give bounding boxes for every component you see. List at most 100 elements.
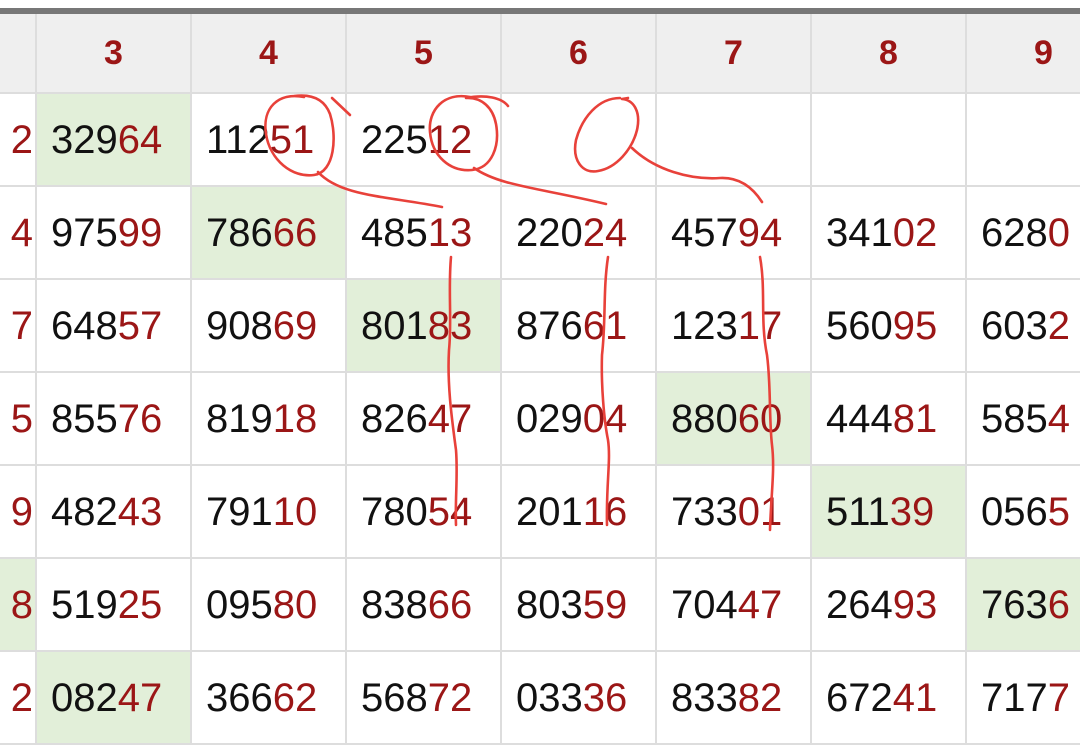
number-suffix: 2	[10, 675, 33, 720]
number-suffix: 0	[1047, 210, 1070, 255]
number-suffix: 17	[737, 303, 783, 348]
number-suffix: 25	[117, 582, 163, 627]
number-suffix: 13	[427, 210, 473, 255]
number-cell: 329 64	[37, 94, 192, 187]
number-prefix: 201	[516, 489, 583, 534]
number-prefix: 803	[516, 582, 583, 627]
number-cell: 366 62	[192, 652, 347, 745]
number-cell: 485 13	[347, 187, 502, 280]
number-prefix: 648	[51, 303, 118, 348]
number-prefix: 603	[981, 303, 1048, 348]
number-suffix: 9	[10, 489, 33, 534]
number-suffix: 8	[10, 582, 33, 627]
number-prefix: 855	[51, 396, 118, 441]
number-prefix: 975	[51, 210, 118, 255]
number-prefix: 511	[826, 489, 890, 534]
number-prefix: 225	[361, 117, 428, 162]
number-suffix: 54	[427, 489, 473, 534]
number-suffix: 2	[10, 117, 33, 162]
number-cell: 2	[0, 652, 37, 745]
number-prefix: 568	[361, 675, 428, 720]
number-cell	[657, 94, 812, 187]
number-suffix: 5	[1047, 489, 1070, 534]
column-header: 7	[657, 14, 812, 94]
number-prefix: 780	[361, 489, 428, 534]
number-cell: 444 81	[812, 373, 967, 466]
number-suffix: 02	[892, 210, 938, 255]
number-prefix: 482	[51, 489, 118, 534]
number-suffix: 47	[737, 582, 783, 627]
column-header	[0, 14, 37, 94]
number-suffix: 01	[737, 489, 783, 534]
number-cell: 7	[0, 280, 37, 373]
number-cell: 2	[0, 94, 37, 187]
number-prefix: 560	[826, 303, 893, 348]
number-cell: 560 95	[812, 280, 967, 373]
number-prefix: 717	[981, 675, 1048, 720]
number-cell: 838 66	[347, 559, 502, 652]
number-grid: 2 4 7 5 9 8 2 3 329 64 975 99 648 57 855 76 482 43 519 25 08…	[0, 14, 1080, 752]
number-suffix: 72	[427, 675, 473, 720]
number-suffix: 39	[889, 489, 935, 534]
number-prefix: 341	[826, 210, 893, 255]
number-prefix: 826	[361, 396, 428, 441]
number-suffix: 95	[892, 303, 938, 348]
number-suffix: 82	[737, 675, 783, 720]
number-cell: 603 2	[967, 280, 1080, 373]
number-prefix: 763	[981, 582, 1048, 627]
number-prefix: 819	[206, 396, 273, 441]
number-prefix: 123	[671, 303, 738, 348]
column-header: 9	[967, 14, 1080, 94]
number-cell: 791 10	[192, 466, 347, 559]
number-cell: 220 24	[502, 187, 657, 280]
number-cell: 482 43	[37, 466, 192, 559]
number-suffix: 36	[582, 675, 628, 720]
number-cell: 763 6	[967, 559, 1080, 652]
number-prefix: 112	[206, 117, 270, 162]
number-cell: 585 4	[967, 373, 1080, 466]
number-prefix: 585	[981, 396, 1048, 441]
number-cell: 095 80	[192, 559, 347, 652]
number-suffix: 57	[117, 303, 163, 348]
number-suffix: 43	[117, 489, 163, 534]
top-bar	[0, 0, 1080, 14]
number-cell: 341 02	[812, 187, 967, 280]
number-suffix: 6	[1047, 582, 1070, 627]
number-prefix: 733	[671, 489, 738, 534]
number-prefix: 628	[981, 210, 1048, 255]
column-header: 8	[812, 14, 967, 94]
number-cell: 123 17	[657, 280, 812, 373]
number-suffix: 7	[1047, 675, 1070, 720]
number-prefix: 329	[51, 117, 118, 162]
number-cell: 880 60	[657, 373, 812, 466]
number-suffix: 12	[427, 117, 473, 162]
number-cell: 704 47	[657, 559, 812, 652]
number-cell: 033 36	[502, 652, 657, 745]
number-cell: 9	[0, 466, 37, 559]
number-cell: 112 51	[192, 94, 347, 187]
number-cell: 082 47	[37, 652, 192, 745]
number-cell: 717 7	[967, 652, 1080, 745]
column-header: 6	[502, 14, 657, 94]
number-suffix: 16	[582, 489, 628, 534]
number-cell: 833 82	[657, 652, 812, 745]
number-cell: 511 39	[812, 466, 967, 559]
number-cell: 201 16	[502, 466, 657, 559]
number-prefix: 704	[671, 582, 738, 627]
number-cell: 568 72	[347, 652, 502, 745]
number-cell: 826 47	[347, 373, 502, 466]
number-prefix: 880	[671, 396, 738, 441]
number-suffix: 4	[1047, 396, 1070, 441]
column-header: 4	[192, 14, 347, 94]
number-suffix: 10	[272, 489, 318, 534]
number-suffix: 41	[892, 675, 938, 720]
column-header: 5	[347, 14, 502, 94]
number-prefix: 672	[826, 675, 893, 720]
number-prefix: 366	[206, 675, 273, 720]
number-prefix: 056	[981, 489, 1048, 534]
number-prefix: 791	[206, 489, 273, 534]
number-suffix: 76	[117, 396, 163, 441]
number-suffix: 2	[1047, 303, 1070, 348]
number-cell: 056 5	[967, 466, 1080, 559]
number-prefix: 457	[671, 210, 738, 255]
